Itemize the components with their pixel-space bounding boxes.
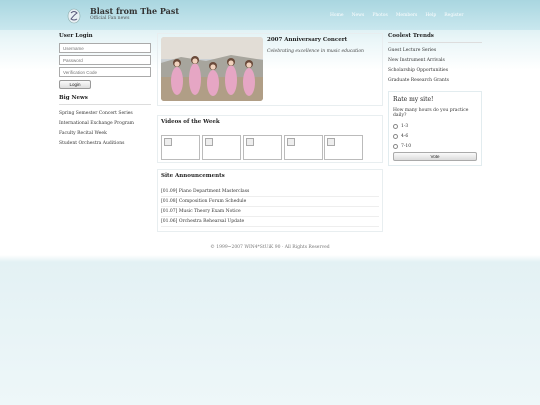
- feature-title[interactable]: 2007 Anniversary Concert: [267, 37, 347, 43]
- nav-members[interactable]: Members: [396, 13, 418, 18]
- login-title: User Login: [59, 33, 93, 39]
- right-sidebar: Coolest Trends Guest Lecture Series New …: [388, 33, 482, 166]
- feature-subtitle: Celebrating excellence in music educatio…: [267, 49, 364, 54]
- site-subtitle: Official Fan news: [90, 16, 130, 21]
- verification-code-input[interactable]: [59, 67, 151, 77]
- username-input[interactable]: [59, 43, 151, 53]
- video-thumbnail[interactable]: [324, 135, 363, 160]
- poll-option-label: 4-6: [401, 133, 409, 139]
- announcement-item[interactable]: [01.06] Orchestra Rehearsal Update: [161, 217, 379, 227]
- left-sidebar: User Login Login Big News Spring Semeste…: [59, 33, 151, 149]
- radio-button[interactable]: [393, 123, 398, 129]
- video-thumbnail[interactable]: [284, 135, 323, 160]
- nav-photos[interactable]: Photos: [372, 13, 387, 18]
- announcement-item[interactable]: [01.07] Music Theory Exam Notice: [161, 207, 379, 217]
- video-thumbnail[interactable]: [161, 135, 200, 160]
- footer-copyright: © 1999~2007 WIN4*StUiK 90 · All Rights R…: [210, 245, 330, 250]
- trend-item[interactable]: Graduate Research Grants: [388, 76, 482, 86]
- news-item[interactable]: International Exchange Program: [59, 119, 151, 129]
- site-header: Blast from The Past Official Fan news Ho…: [0, 0, 540, 30]
- nav-news[interactable]: News: [352, 13, 365, 18]
- video-thumbnail[interactable]: [202, 135, 241, 160]
- trends-title: Coolest Trends: [388, 33, 482, 43]
- nav-help[interactable]: Help: [425, 13, 436, 18]
- trend-item[interactable]: Guest Lecture Series: [388, 46, 482, 56]
- poll-option[interactable]: 4-6: [393, 131, 477, 141]
- logo-icon[interactable]: [67, 8, 81, 24]
- nav-register[interactable]: Register: [444, 13, 463, 18]
- announcement-item[interactable]: [01.08] Composition Forum Schedule: [161, 197, 379, 207]
- videos-title: Videos of the Week: [161, 119, 220, 125]
- feature-photo[interactable]: [161, 37, 263, 101]
- radio-button[interactable]: [393, 143, 398, 149]
- login-button[interactable]: Login: [59, 80, 91, 89]
- nav-home[interactable]: Home: [330, 13, 344, 18]
- vote-button[interactable]: Vote: [393, 152, 477, 161]
- news-item[interactable]: Student Orchestra Auditions: [59, 139, 151, 149]
- big-news-title: Big News: [59, 95, 151, 105]
- site-title[interactable]: Blast from The Past: [90, 6, 179, 16]
- announcements-title: Site Announcements: [161, 173, 225, 179]
- poll-option-label: 1-3: [401, 123, 409, 129]
- news-item[interactable]: Faculty Recital Week: [59, 129, 151, 139]
- poll-option[interactable]: 7-10: [393, 141, 477, 151]
- password-input[interactable]: [59, 55, 151, 65]
- poll-option-label: 7-10: [401, 143, 412, 149]
- announcements-list: [01.09] Piano Department Masterclass [01…: [161, 187, 379, 227]
- poll-option[interactable]: 1-3: [393, 121, 477, 131]
- feature-panel: 2007 Anniversary Concert Celebrating exc…: [157, 33, 383, 106]
- news-item[interactable]: Spring Semester Concert Series: [59, 109, 151, 119]
- trend-item[interactable]: New Instrument Arrivals: [388, 56, 482, 66]
- trend-item[interactable]: Scholarship Opportunities: [388, 66, 482, 76]
- big-news-list: Spring Semester Concert Series Internati…: [59, 109, 151, 149]
- radio-button[interactable]: [393, 133, 398, 139]
- poll-panel: Rate my site! How many hours do you prac…: [388, 91, 482, 166]
- feature-photo-art: [161, 37, 263, 101]
- video-thumbnail[interactable]: [243, 135, 282, 160]
- announcements-panel: Site Announcements [01.09] Piano Departm…: [157, 169, 383, 232]
- top-navigation: Home News Photos Members Help Register: [330, 13, 464, 18]
- announcement-item[interactable]: [01.09] Piano Department Masterclass: [161, 187, 379, 197]
- poll-title: Rate my site!: [393, 96, 434, 103]
- trends-list: Guest Lecture Series New Instrument Arri…: [388, 46, 482, 86]
- videos-panel: Videos of the Week: [157, 115, 383, 163]
- poll-question: How many hours do you practice daily?: [393, 108, 469, 118]
